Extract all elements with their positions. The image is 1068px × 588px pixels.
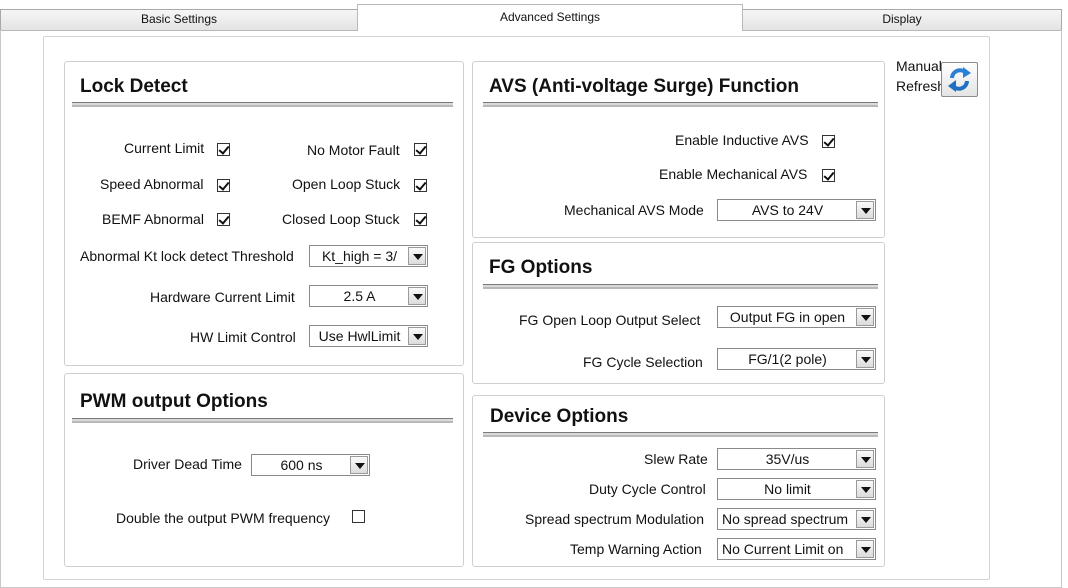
chevron-down-icon[interactable] [408, 247, 426, 265]
lock-detect-title: Lock Detect [80, 76, 188, 97]
open-loop-stuck-label: Open Loop Stuck [292, 176, 401, 192]
mechanical-avs-mode-label: Mechanical AVS Mode [564, 202, 704, 218]
avs-rule [483, 102, 878, 107]
kt-threshold-select[interactable]: Kt_high = 3/ [309, 245, 428, 267]
fg-options-rule [483, 284, 878, 289]
slew-rate-value: 35V/us [765, 451, 810, 467]
fg-cycle-label: FG Cycle Selection [583, 354, 703, 370]
duty-cycle-value: No limit [764, 481, 811, 497]
chevron-down-icon[interactable] [408, 327, 426, 345]
double-pwm-checkbox[interactable] [352, 510, 365, 523]
tab-advanced-settings[interactable]: Advanced Settings [357, 4, 743, 31]
hw-limit-control-label: HW Limit Control [190, 329, 296, 345]
manual-refresh-button[interactable] [941, 62, 978, 97]
no-motor-fault-label: No Motor Fault [307, 142, 400, 158]
device-options-title: Device Options [490, 406, 629, 427]
temp-warning-value: No Current Limit on [722, 541, 844, 557]
tab-bar: Basic Settings Advanced Settings Display [0, 0, 1068, 31]
pwm-output-title: PWM output Options [80, 391, 268, 412]
driver-dead-time-select[interactable]: 600 ns [251, 454, 370, 476]
device-options-rule [483, 432, 878, 437]
hw-current-limit-label: Hardware Current Limit [150, 289, 295, 305]
chevron-down-icon[interactable] [856, 350, 874, 368]
hw-limit-control-select[interactable]: Use HwlLimit [309, 325, 428, 347]
chevron-down-icon[interactable] [856, 480, 874, 498]
kt-threshold-value: Kt_high = 3/ [321, 248, 398, 264]
spread-spectrum-label: Spread spectrum Modulation [525, 511, 704, 527]
speed-abnormal-label: Speed Abnormal [100, 176, 204, 192]
current-limit-label: Current Limit [124, 140, 205, 156]
closed-loop-stuck-label: Closed Loop Stuck [282, 211, 400, 227]
spread-spectrum-select[interactable]: No spread spectrum [717, 508, 876, 530]
hw-limit-control-value: Use HwlLimit [318, 328, 401, 344]
closed-loop-stuck-checkbox[interactable] [414, 213, 427, 226]
temp-warning-label: Temp Warning Action [570, 541, 702, 557]
speed-abnormal-checkbox[interactable] [217, 179, 230, 192]
current-limit-checkbox[interactable] [217, 143, 230, 156]
bemf-abnormal-checkbox[interactable] [217, 213, 230, 226]
spread-spectrum-value: No spread spectrum [722, 511, 849, 527]
open-loop-stuck-checkbox[interactable] [414, 179, 427, 192]
slew-rate-label: Slew Rate [644, 451, 708, 467]
driver-dead-time-label: Driver Dead Time [133, 456, 242, 472]
duty-cycle-select[interactable]: No limit [717, 478, 876, 500]
chevron-down-icon[interactable] [350, 456, 368, 474]
chevron-down-icon[interactable] [856, 510, 874, 528]
fg-open-loop-label: FG Open Loop Output Select [519, 312, 701, 328]
fg-open-loop-value: Output FG in open [729, 309, 846, 325]
inductive-avs-label: Enable Inductive AVS [675, 132, 809, 148]
chevron-down-icon[interactable] [856, 201, 874, 219]
mechanical-avs-checkbox[interactable] [822, 169, 835, 182]
manual-refresh-label-1: Manual [896, 58, 942, 74]
chevron-down-icon[interactable] [856, 450, 874, 468]
temp-warning-select[interactable]: No Current Limit on [717, 538, 876, 560]
mechanical-avs-mode-select[interactable]: AVS to 24V [717, 199, 876, 221]
mechanical-avs-mode-value: AVS to 24V [751, 202, 824, 218]
pwm-output-rule [72, 418, 453, 423]
hw-current-limit-value: 2.5 A [343, 288, 376, 304]
duty-cycle-label: Duty Cycle Control [589, 481, 706, 497]
chevron-down-icon[interactable] [408, 287, 426, 305]
manual-refresh-label-2: Refresh [896, 78, 946, 94]
bemf-abnormal-label: BEMF Abnormal [102, 211, 204, 227]
driver-dead-time-value: 600 ns [280, 457, 323, 473]
double-pwm-label: Double the output PWM frequency [116, 510, 331, 526]
inductive-avs-checkbox[interactable] [822, 135, 835, 148]
chevron-down-icon[interactable] [856, 308, 874, 326]
fg-cycle-select[interactable]: FG/1(2 pole) [717, 348, 876, 370]
hw-current-limit-select[interactable]: 2.5 A [309, 285, 428, 307]
kt-threshold-label: Abnormal Kt lock detect Threshold [80, 248, 294, 264]
avs-title: AVS (Anti-voltage Surge) Function [489, 76, 799, 97]
refresh-icon [948, 67, 971, 92]
fg-options-title: FG Options [489, 257, 593, 278]
tab-display[interactable]: Display [742, 9, 1062, 31]
fg-cycle-value: FG/1(2 pole) [748, 351, 827, 367]
fg-open-loop-select[interactable]: Output FG in open [717, 306, 876, 328]
slew-rate-select[interactable]: 35V/us [717, 448, 876, 470]
no-motor-fault-checkbox[interactable] [414, 143, 427, 156]
mechanical-avs-label: Enable Mechanical AVS [659, 166, 808, 182]
lock-detect-rule [72, 102, 453, 107]
chevron-down-icon[interactable] [856, 540, 874, 558]
tab-basic-settings[interactable]: Basic Settings [0, 9, 358, 31]
